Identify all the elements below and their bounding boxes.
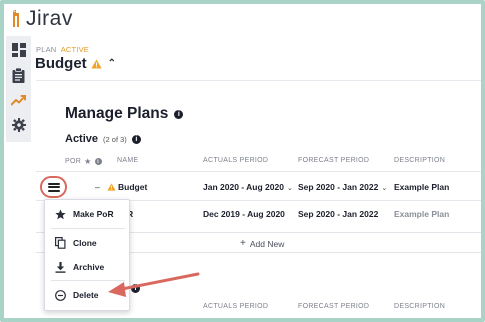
warning-icon xyxy=(91,59,102,68)
star-icon: ★ xyxy=(84,157,92,166)
row-description[interactable]: Example Plan xyxy=(394,209,449,219)
chevron-down-icon: ⌄ xyxy=(286,185,293,192)
column-header-name[interactable]: NAME xyxy=(117,157,138,164)
forecast-period-value: Sep 2020 - Jan 2022 xyxy=(298,209,379,219)
column-header-actuals[interactable]: ACTUALS PERIOD xyxy=(203,303,268,310)
menu-item-archive[interactable]: Archive xyxy=(45,258,131,276)
active-count: (2 of 3) xyxy=(103,134,127,144)
page-title: Budget xyxy=(35,55,87,72)
column-header-forecast[interactable]: FORECAST PERIOD xyxy=(298,303,369,310)
column-header-por-label: POR xyxy=(65,158,82,165)
star-icon xyxy=(54,208,66,220)
chevron-down-icon: ⌄ xyxy=(381,185,388,192)
menu-item-label: Delete xyxy=(73,290,99,300)
menu-item-delete[interactable]: Delete xyxy=(45,286,131,304)
plan-kicker-label: PLAN xyxy=(36,45,57,54)
menu-item-make-por[interactable]: Make PoR xyxy=(45,205,131,223)
menu-item-clone[interactable]: Clone xyxy=(45,234,131,252)
plus-icon: + xyxy=(240,238,246,249)
gear-icon xyxy=(11,118,26,132)
info-icon[interactable]: i xyxy=(131,134,141,144)
forecast-period-select[interactable]: Sep 2020 - Jan 2022 ⌄ xyxy=(298,182,387,192)
info-icon[interactable]: i xyxy=(94,158,102,165)
menu-item-label: Clone xyxy=(73,238,97,248)
column-header-por[interactable]: POR ★ i xyxy=(65,157,102,166)
warning-icon xyxy=(107,183,116,191)
plan-kicker: PLAN ACTIVE xyxy=(36,45,89,54)
add-new-label: Add New xyxy=(249,238,285,249)
manage-plans-heading: Manage Plans xyxy=(65,105,169,122)
forecast-period-value: Sep 2020 - Jan 2022 xyxy=(298,182,379,192)
column-header-forecast[interactable]: FORECAST PERIOD xyxy=(298,157,369,164)
column-header-actuals[interactable]: ACTUALS PERIOD xyxy=(203,157,268,164)
archive-download-icon xyxy=(54,261,66,273)
add-new-button[interactable]: + Add New xyxy=(240,238,284,249)
minus-circle-icon xyxy=(54,289,66,301)
giraffe-logo-icon xyxy=(13,10,19,27)
left-sidebar xyxy=(6,36,31,142)
info-icon[interactable]: i xyxy=(174,109,184,119)
row-expand-chevron[interactable]: – xyxy=(95,182,100,192)
divider xyxy=(51,228,125,229)
sidebar-item-settings[interactable] xyxy=(11,117,27,133)
plan-status: ACTIVE xyxy=(60,45,89,54)
actuals-period-value: Jan 2020 - Aug 2020 xyxy=(203,182,284,192)
divider xyxy=(51,280,125,281)
actuals-period-select[interactable]: Jan 2020 - Aug 2020 ⌄ xyxy=(203,182,293,192)
chevron-up-icon: ⌃ xyxy=(107,58,117,69)
row-description[interactable]: Example Plan xyxy=(394,182,449,192)
logo-text: Jirav xyxy=(26,7,73,30)
active-section-header: Active (2 of 3) i xyxy=(65,133,141,145)
manage-plans-title: Manage Plans i xyxy=(65,105,184,123)
row-name-text: Budget xyxy=(118,182,148,192)
sidebar-item-reports[interactable] xyxy=(11,67,27,83)
sidebar-item-dashboard[interactable] xyxy=(11,42,27,58)
menu-item-label: Make PoR xyxy=(73,209,114,219)
hamburger-icon xyxy=(47,182,60,192)
trend-chart-icon xyxy=(11,95,26,106)
menu-item-label: Archive xyxy=(73,262,105,272)
active-label: Active xyxy=(65,133,99,145)
table-row-name[interactable]: Budget xyxy=(107,182,147,192)
clipboard-icon xyxy=(12,67,25,83)
column-header-description[interactable]: DESCRIPTION xyxy=(394,303,445,310)
column-header-description[interactable]: DESCRIPTION xyxy=(394,157,445,164)
actuals-period-value: Dec 2019 - Aug 2020 xyxy=(203,209,285,219)
info-icon[interactable]: i xyxy=(131,284,140,293)
plan-selector[interactable]: Budget ⌃ xyxy=(35,55,116,72)
copy-icon xyxy=(54,237,66,249)
app-logo[interactable]: Jirav xyxy=(10,6,73,32)
divider xyxy=(36,171,485,172)
row-actions-dropdown: Make PoR Clone Archive Delete xyxy=(44,199,130,311)
sidebar-item-planning[interactable] xyxy=(11,92,27,108)
dashboard-icon xyxy=(11,43,26,57)
row-actions-menu-button[interactable] xyxy=(40,176,67,198)
